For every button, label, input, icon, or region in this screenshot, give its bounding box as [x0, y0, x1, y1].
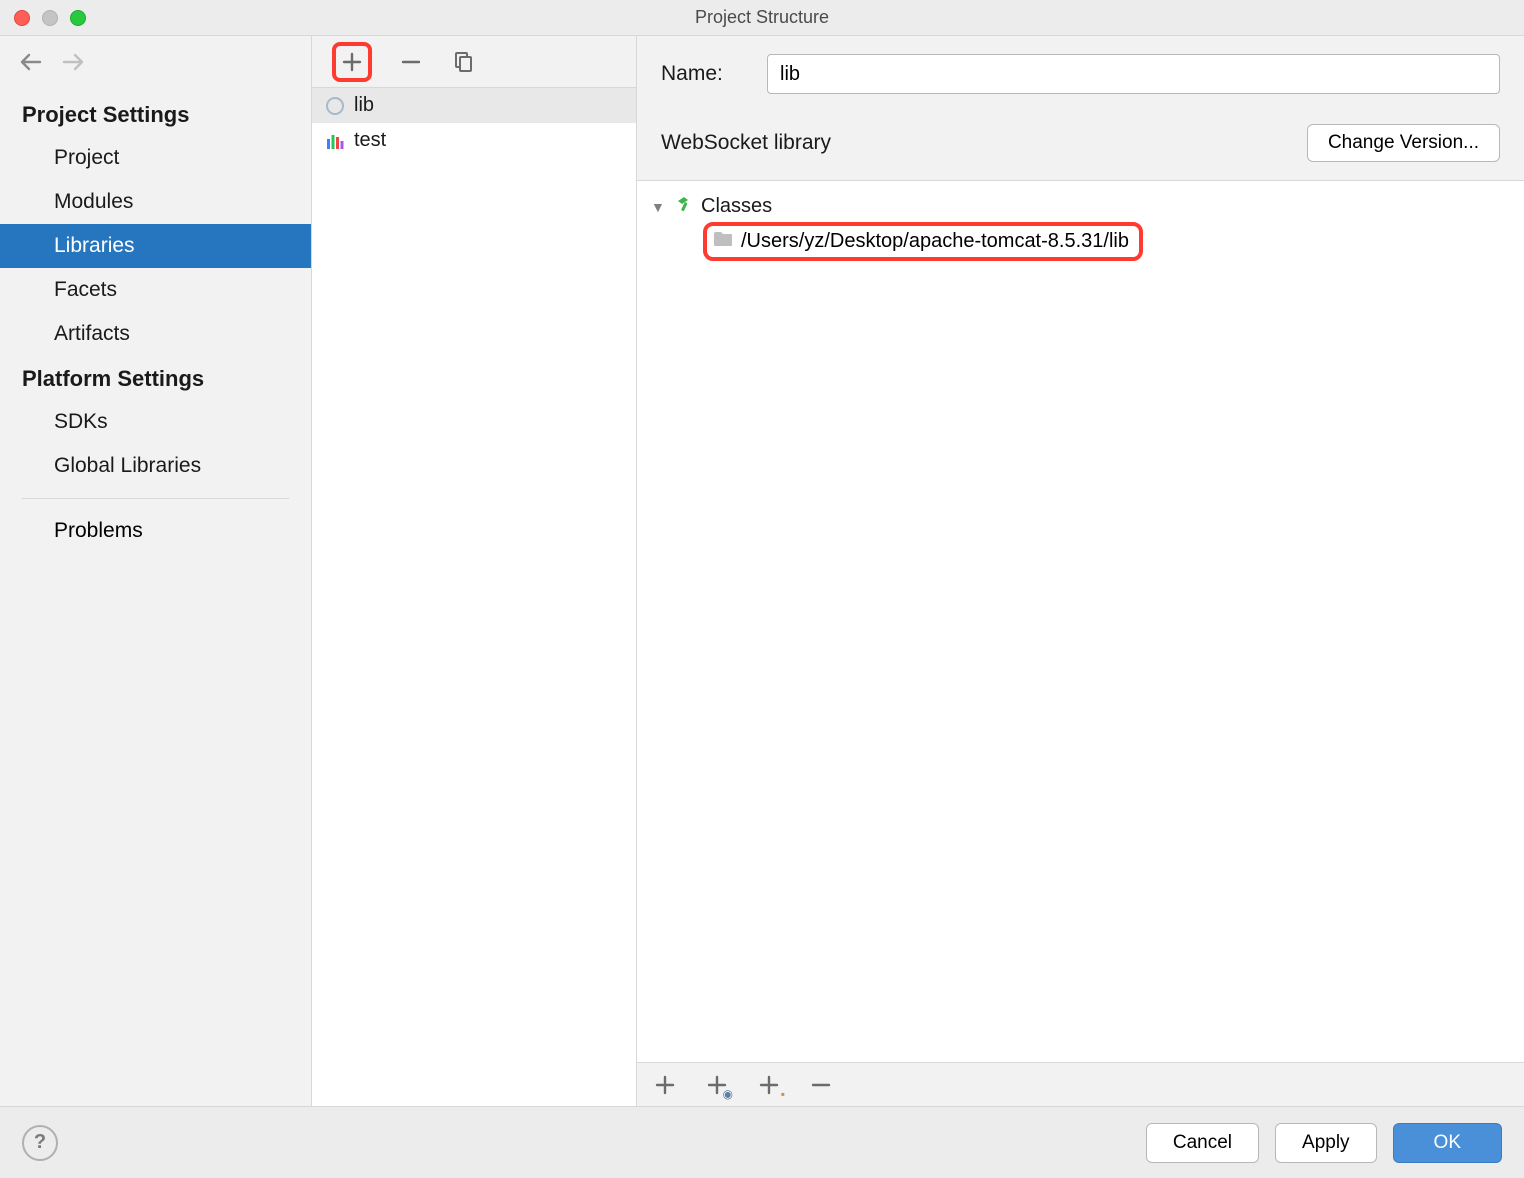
sidebar-item-global-libraries[interactable]: Global Libraries — [0, 444, 311, 488]
sidebar-section-project-settings: Project Settings — [0, 92, 311, 136]
library-item-test[interactable]: test — [312, 123, 636, 158]
nav-back-icon[interactable] — [20, 50, 42, 78]
disclosure-triangle-icon[interactable]: ▼ — [651, 199, 667, 215]
library-icon — [324, 95, 346, 117]
add-root-button[interactable] — [651, 1071, 679, 1099]
library-content-tree[interactable]: ▼ Classes /Users/yz/Desktop/apache-tomca… — [637, 181, 1524, 1062]
sidebar-item-facets[interactable]: Facets — [0, 268, 311, 312]
sidebar-divider — [22, 498, 289, 499]
tree-node-path-label: /Users/yz/Desktop/apache-tomcat-8.5.31/l… — [741, 230, 1129, 253]
bars-icon — [324, 130, 346, 152]
sidebar: Project Settings Project Modules Librari… — [0, 36, 312, 1106]
change-version-button[interactable]: Change Version... — [1307, 124, 1500, 162]
name-label: Name: — [661, 62, 751, 86]
library-item-label: test — [354, 129, 386, 152]
add-library-button[interactable] — [332, 42, 372, 82]
sidebar-item-libraries[interactable]: Libraries — [0, 224, 311, 268]
sidebar-item-sdks[interactable]: SDKs — [0, 400, 311, 444]
library-type-label: WebSocket library — [661, 131, 831, 155]
library-list-panel: lib test — [312, 36, 637, 1106]
sidebar-item-project[interactable]: Project — [0, 136, 311, 180]
dialog-footer: ? Cancel Apply OK — [0, 1106, 1524, 1178]
library-item-lib[interactable]: lib — [312, 88, 636, 123]
library-name-input[interactable] — [767, 54, 1500, 94]
add-url-button[interactable]: ◉ — [703, 1071, 731, 1099]
cancel-button[interactable]: Cancel — [1146, 1123, 1259, 1163]
library-item-label: lib — [354, 94, 374, 117]
tree-node-label: Classes — [701, 195, 772, 218]
sidebar-item-modules[interactable]: Modules — [0, 180, 311, 224]
titlebar: Project Structure — [0, 0, 1524, 36]
window-maximize-button[interactable] — [70, 10, 86, 26]
library-toolbar — [312, 36, 636, 88]
remove-root-button[interactable] — [807, 1071, 835, 1099]
window-minimize-button[interactable] — [42, 10, 58, 26]
globe-decoration-icon: ◉ — [723, 1087, 733, 1101]
sidebar-item-problems[interactable]: Problems — [0, 509, 311, 553]
folder-decoration-icon: ▪ — [781, 1087, 785, 1101]
remove-library-button[interactable] — [398, 49, 424, 75]
copy-library-button[interactable] — [450, 49, 476, 75]
window-title: Project Structure — [0, 7, 1524, 28]
help-button[interactable]: ? — [22, 1125, 58, 1161]
folder-icon — [713, 230, 733, 253]
sidebar-item-artifacts[interactable]: Artifacts — [0, 312, 311, 356]
window-close-button[interactable] — [14, 10, 30, 26]
add-folder-button[interactable]: ▪ — [755, 1071, 783, 1099]
ok-button[interactable]: OK — [1393, 1123, 1502, 1163]
apply-button[interactable]: Apply — [1275, 1123, 1377, 1163]
nav-forward-icon[interactable] — [62, 50, 84, 78]
library-content-toolbar: ◉ ▪ — [637, 1062, 1524, 1106]
tree-node-classes[interactable]: ▼ Classes — [651, 191, 1510, 222]
library-detail-panel: Name: WebSocket library Change Version..… — [637, 36, 1524, 1106]
hammer-icon — [675, 195, 693, 218]
sidebar-section-platform-settings: Platform Settings — [0, 356, 311, 400]
tree-node-path[interactable]: /Users/yz/Desktop/apache-tomcat-8.5.31/l… — [703, 222, 1143, 261]
